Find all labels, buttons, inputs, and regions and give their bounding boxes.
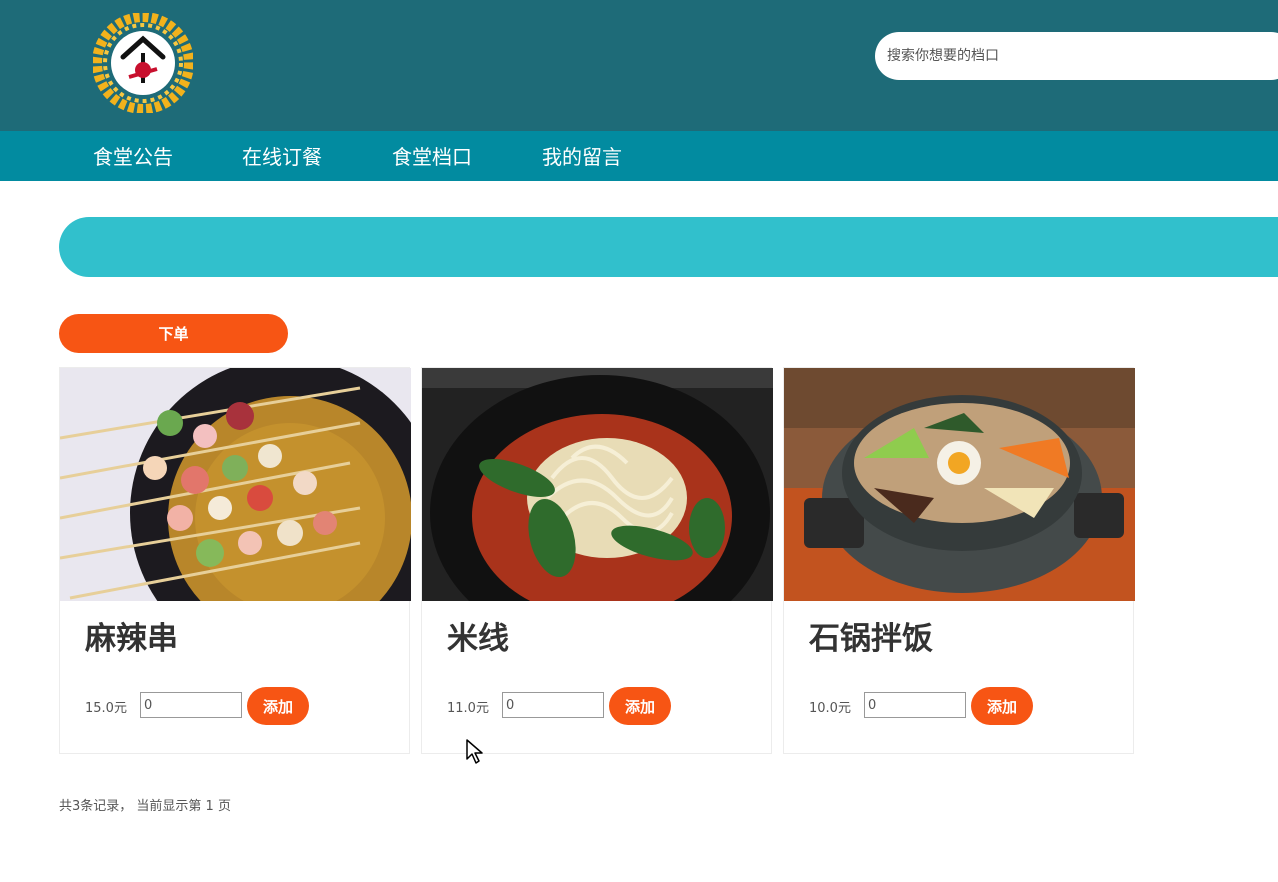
banner-bar [59,217,1278,277]
pagination-info: 共3条记录， 当前显示第 1 页 [59,799,231,814]
product-image-rice-noodles[interactable] [422,368,773,601]
nav-item-announcements[interactable]: 食堂公告 [93,131,173,183]
nav-item-my-messages[interactable]: 我的留言 [542,131,622,183]
site-header [0,0,1278,131]
add-to-order-button[interactable]: 添加 [971,687,1033,725]
product-price: 11.0元 [447,701,489,716]
quantity-input[interactable] [864,692,966,718]
add-to-order-button[interactable]: 添加 [247,687,309,725]
nav-item-stalls[interactable]: 食堂档口 [392,131,472,183]
mouse-pointer-icon [466,739,484,765]
product-name: 石锅拌饭 [809,621,933,657]
product-card: 麻辣串 15.0元 添加 [59,367,411,754]
quantity-input[interactable] [140,692,242,718]
canteen-logo[interactable] [92,12,194,114]
place-order-button[interactable]: 下单 [59,314,288,353]
product-card: 石锅拌饭 10.0元 添加 [783,367,1135,754]
quantity-input[interactable] [502,692,604,718]
product-price: 10.0元 [809,701,851,716]
product-price: 15.0元 [85,701,127,716]
product-name: 米线 [447,621,509,657]
product-image-stone-pot-bibimbap[interactable] [784,368,1135,601]
main-nav: 食堂公告 在线订餐 食堂档口 我的留言 [0,131,1278,181]
add-to-order-button[interactable]: 添加 [609,687,671,725]
product-card: 米线 11.0元 添加 [421,367,773,754]
nav-item-online-order[interactable]: 在线订餐 [242,131,322,183]
product-image-mala-skewers[interactable] [60,368,411,601]
product-name: 麻辣串 [85,621,178,657]
search-input[interactable] [875,32,1278,80]
